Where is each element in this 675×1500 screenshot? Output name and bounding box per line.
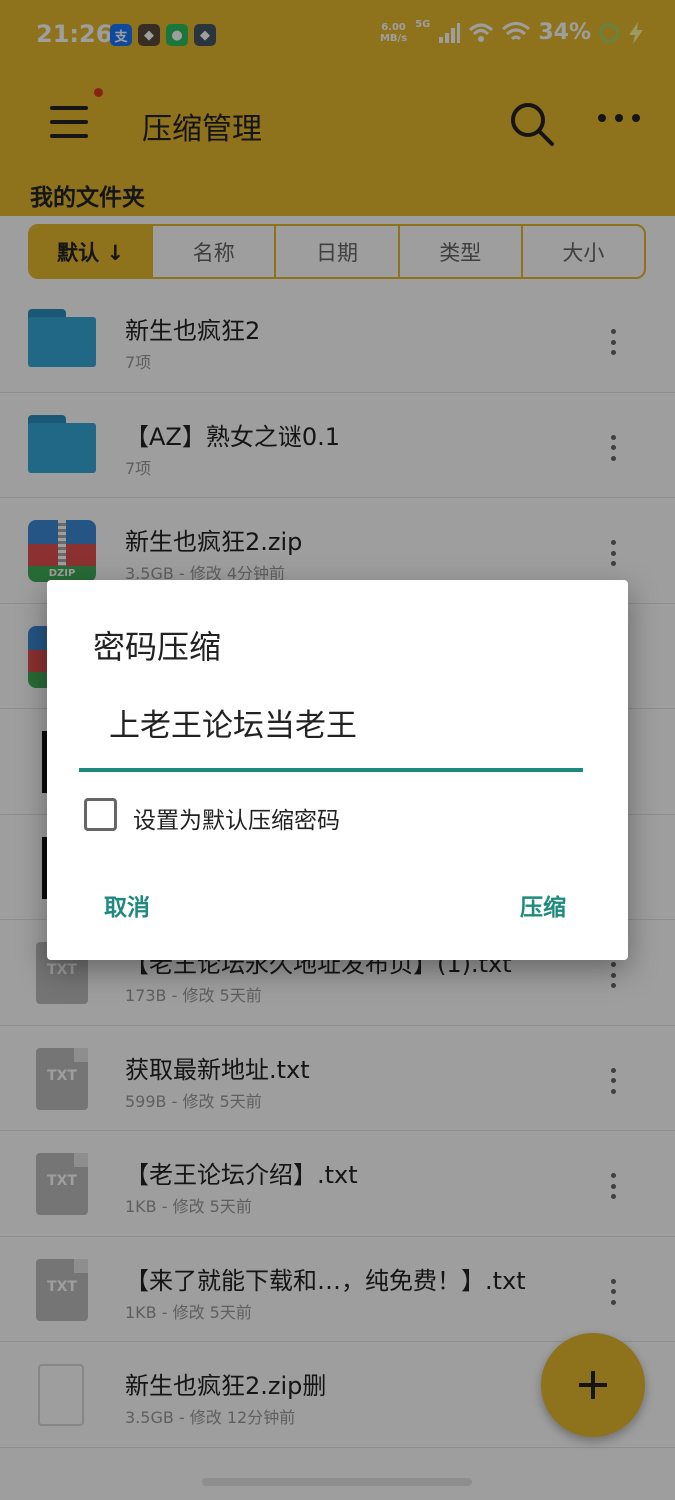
checkbox-label: 设置为默认压缩密码: [133, 808, 340, 834]
default-password-checkbox[interactable]: [84, 798, 117, 831]
dialog-title: 密码压缩: [93, 628, 222, 666]
password-compress-dialog: 密码压缩 设置为默认压缩密码 取消 压缩: [47, 580, 628, 960]
password-input[interactable]: [79, 694, 583, 772]
compress-button[interactable]: 压缩: [520, 888, 566, 922]
cancel-button[interactable]: 取消: [104, 888, 150, 922]
